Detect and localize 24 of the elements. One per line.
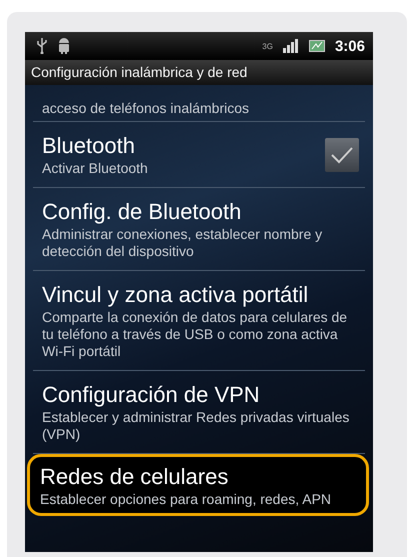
setting-title: Redes de celulares <box>40 463 230 491</box>
checkmark-icon <box>330 146 354 164</box>
setting-summary: Activar Bluetooth <box>42 160 149 177</box>
setting-summary: Administrar conexiones, establecer nombre y detección del dispositivo <box>42 226 324 260</box>
settings-item[interactable]: Redes de celulares Establecer opciones para roaming, redes, APN <box>27 454 369 516</box>
checkbox[interactable] <box>325 138 359 172</box>
setting-summary: acceso de teléfonos inalámbricos <box>42 100 250 117</box>
setting-summary: Comparte la conexión de datos para celulares de tu teléfono a través de USB o como zona activa Wi-Fi portátil <box>42 309 348 360</box>
android-icon <box>57 38 71 54</box>
usb-icon <box>37 38 47 54</box>
setting-summary: Establecer opciones para roaming, redes, APN <box>40 491 332 508</box>
setting-summary: Establecer y administrar Redes privadas virtuales (VPN) <box>42 409 350 443</box>
battery-icon <box>308 40 325 52</box>
setting-title: Config. de Bluetooth <box>42 198 242 226</box>
setting-title: Configuración de VPN <box>42 381 261 409</box>
settings-item[interactable]: Bluetooth Activar Bluetooth <box>33 122 365 188</box>
settings-item[interactable]: Vincul y zona activa portátil Comparte la conexión de datos para celulares de tu teléfono a través de USB o como zona activa Wi-Fi portátil <box>33 271 365 371</box>
setting-title: Vincul y zona activa portátil <box>42 281 310 309</box>
signal-icon <box>282 39 299 53</box>
screen-title: Configuración inalámbrica y de red <box>25 60 373 85</box>
network-type-label: 3G <box>262 42 273 50</box>
clock-time: 3:06 <box>334 38 365 54</box>
settings-item[interactable]: Config. de Bluetooth Administrar conexiones, establecer nombre y detección del dispositivo <box>33 188 365 271</box>
setting-title: Bluetooth <box>42 132 136 160</box>
